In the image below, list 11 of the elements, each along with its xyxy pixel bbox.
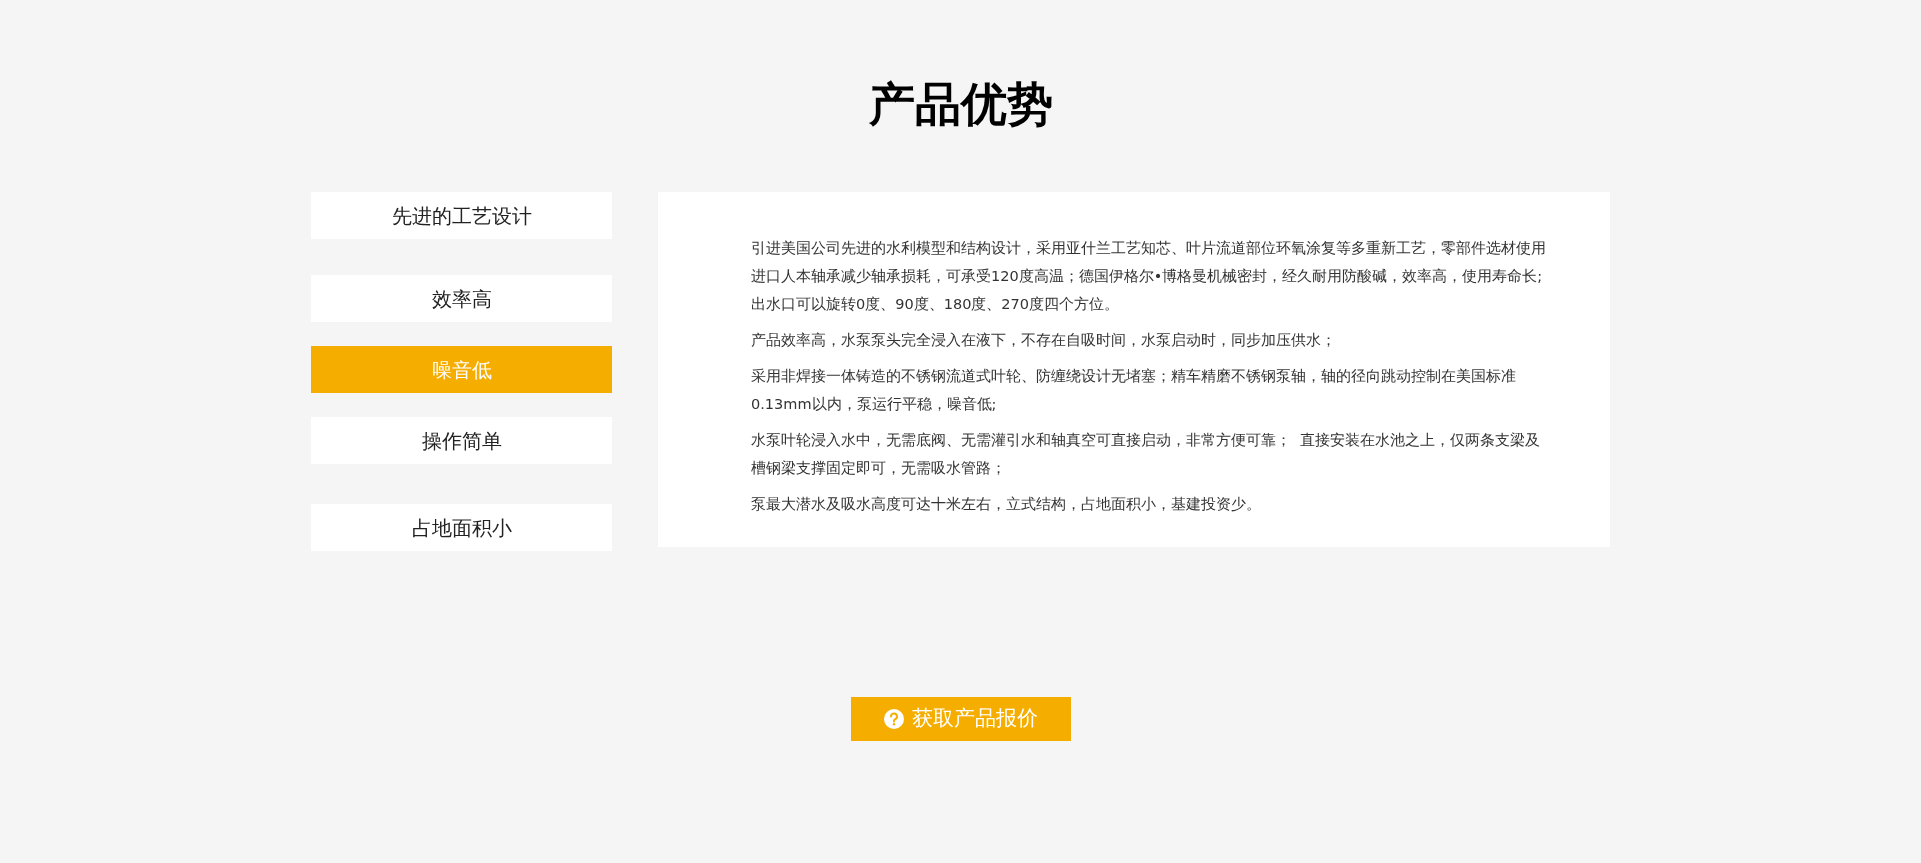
paragraph: 引进美国公司先进的水利模型和结构设计，采用亚什兰工艺知芯、叶片流道部位环氧涂复等多重新工艺，零部件选材使用进口人本轴承减少轴承损耗，可承受120度高温；德国伊格尔•博格曼机械密封，经久耐用防酸碱，效率高，使用寿命长;出水口可以旋转0度、90度、180度、270度四个方位。 bbox=[751, 239, 1547, 314]
tab[interactable]: 占地面积小 bbox=[311, 504, 612, 551]
tab[interactable]: 先进的工艺设计 bbox=[311, 192, 612, 239]
paragraph: 水泵叶轮浸入水中，无需底阀、无需灌引水和轴真空可直接启动，非常方便可靠； 直接安装在水池之上，仅两条支梁及槽钢梁支撑固定即可，无需吸水管路； bbox=[751, 431, 1542, 478]
paragraph: 采用非焊接一体铸造的不锈钢流道式叶轮、防缠绕设计无堵塞；精车精磨不锈钢泵轴，轴的径向跳动控制在美国标准0.13mm以内，泵运行平稳，噪音低; bbox=[751, 367, 1517, 414]
paragraph: 产品效率高，水泵泵头完全浸入在液下，不存在自吸时间，水泵启动时，同步加压供水； bbox=[751, 331, 1337, 350]
question-icon bbox=[883, 709, 904, 729]
tab[interactable]: 效率高 bbox=[311, 275, 612, 322]
paragraph: 泵最大潜水及吸水高度可达十米左右，立式结构，占地面积小，基建投资少。 bbox=[751, 495, 1262, 514]
tab[interactable]: 操作简单 bbox=[311, 417, 612, 464]
section-title: 产品优势 bbox=[868, 76, 1053, 132]
